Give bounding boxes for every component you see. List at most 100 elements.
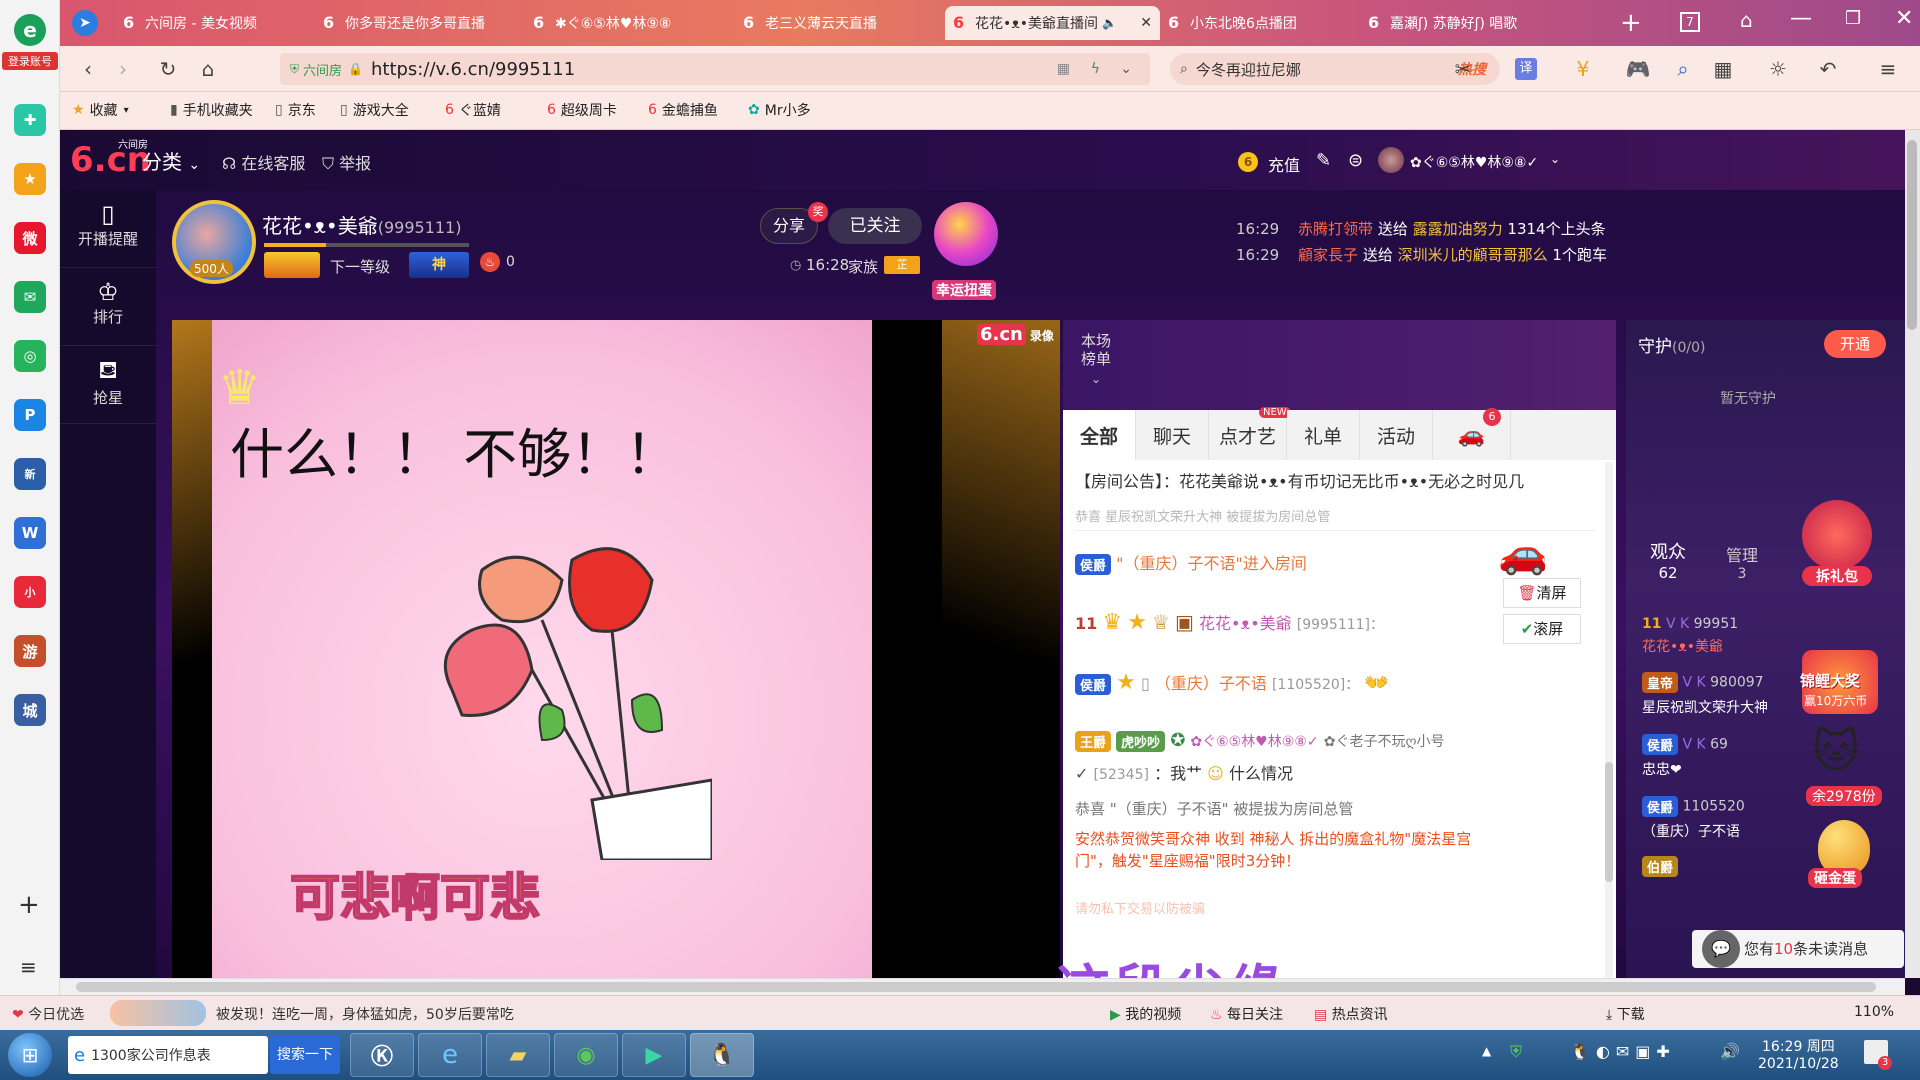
tab-1[interactable]: 6 六间房 - 美女视频 [115, 6, 315, 40]
recipient-name[interactable]: ✿ぐ老子不玩ღ小号 [1324, 734, 1445, 750]
sender-name[interactable]: （重庆）子不语 [1155, 674, 1267, 693]
reload-icon[interactable]: ↻ [155, 56, 181, 82]
chat-scroll-thumb[interactable] [1605, 762, 1613, 882]
audience-row[interactable]: 侯爵 V K 69 忠忠❤ [1642, 734, 1792, 779]
report-link[interactable]: ⛉ 举报 [322, 150, 371, 174]
tab-3[interactable]: 6 ✱ぐ⑥⑤林♥林⑨⑧ [525, 6, 735, 40]
taskbar-search-button[interactable]: 搜索一下 [270, 1036, 340, 1074]
ticker-sender[interactable]: 赤腾打领带 [1298, 220, 1373, 238]
lucky-egg-icon[interactable] [934, 202, 998, 266]
page-scrollbar[interactable] [1905, 130, 1920, 978]
daily-picks[interactable]: ❤ 今日优选 [12, 1004, 84, 1024]
qr-icon[interactable]: ▦ [1057, 61, 1070, 77]
news-headline[interactable]: 被发现！连吃一周，身体猛如虎，50岁后要常吃 [216, 1004, 514, 1024]
scissors-icon[interactable]: ✂ [1450, 56, 1476, 82]
maximize-icon[interactable]: ❐ [1845, 8, 1861, 29]
daily-follow-link[interactable]: ♨ 每日关注 [1210, 1004, 1283, 1024]
zoom-level[interactable]: 110% [1854, 1004, 1894, 1020]
bookmark-weekcard[interactable]: 6 超级周卡 [547, 100, 617, 120]
tab-2[interactable]: 6 你多哥还是你多哥直播 [315, 6, 525, 40]
follow-button[interactable]: 已关注 [828, 208, 922, 244]
game-app-icon[interactable]: 游 [14, 635, 46, 667]
bookmark-jd[interactable]: ▯ 京东 [275, 100, 316, 120]
bookmark-fishing[interactable]: 6 金蟾捕鱼 [648, 100, 718, 120]
bookmark-games[interactable]: ▯ 游戏大全 [340, 100, 409, 120]
taskbar-k-app-icon[interactable]: Ⓚ [350, 1033, 414, 1077]
tab-4[interactable]: 6 老三义薄云天直播 [735, 6, 945, 40]
document-app-icon[interactable]: W [14, 517, 46, 549]
grab-star-nav[interactable]: ⛾ 抢星 [60, 346, 156, 424]
tab-chat[interactable]: 聊天 [1136, 410, 1209, 460]
open-guard-button[interactable]: 开通 [1824, 330, 1886, 358]
menu-list-icon[interactable]: ≡ [20, 955, 37, 979]
tray-up-icon[interactable]: ▲ [1482, 1044, 1491, 1058]
weibo-icon[interactable]: 微 [14, 222, 46, 254]
taskbar-browser-item[interactable]: e 1300家公司作息表 [68, 1036, 268, 1074]
lucky-cat-icon[interactable]: 🐱 [1812, 724, 1860, 778]
tab-all[interactable]: 全部 [1063, 410, 1136, 460]
edit-icon[interactable]: ✎ [1316, 150, 1331, 171]
login-label[interactable]: 登录账号 [2, 52, 58, 70]
search-tool-icon[interactable]: ⌕ [1670, 56, 1696, 82]
taskbar-folder-icon[interactable]: ▰ [486, 1033, 550, 1077]
gamepad-icon[interactable]: 🎮 [1625, 56, 1651, 82]
message-icon[interactable]: ⊜ [1348, 150, 1363, 171]
sender-name[interactable]: 花花•ᴥ•美爺 [1199, 614, 1292, 633]
ticker-receiver[interactable]: 露露加油努力 [1413, 220, 1503, 238]
brightness-icon[interactable]: ☼ [1765, 56, 1791, 82]
mini-app-icon[interactable]: 小 [14, 576, 46, 608]
mail-icon[interactable]: ✉ [14, 281, 46, 313]
chat-bubble-icon[interactable]: 💬 [1702, 930, 1740, 968]
add-icon[interactable]: + [18, 890, 40, 920]
gift-pack-icon[interactable] [1802, 500, 1872, 570]
avatar[interactable] [1378, 147, 1404, 173]
tab-gift-list[interactable]: 礼单 [1287, 410, 1360, 460]
tray-shield-icon[interactable]: ⛨ [1510, 1042, 1522, 1062]
gift-pack-label[interactable]: 拆礼包 [1802, 566, 1872, 586]
taskbar-browser-icon[interactable]: ◉ [554, 1033, 618, 1077]
clock-time[interactable]: 16:29 周四 [1762, 1036, 1835, 1056]
smash-egg-label[interactable]: 砸金蛋 [1808, 868, 1862, 888]
lightning-icon[interactable]: ϟ [1091, 61, 1100, 77]
browser-logo-icon[interactable]: e [14, 14, 46, 46]
bookmark-lanjing[interactable]: 6 ぐ蓝婧 [445, 100, 501, 120]
new-tab-icon[interactable]: + [1620, 8, 1642, 38]
audience-row[interactable]: 11 V K 99951 花花•ᴥ•美爺 [1642, 616, 1792, 656]
forward-icon[interactable]: › [110, 56, 136, 82]
chevron-down-icon[interactable]: ⌄ [1091, 372, 1101, 386]
audience-tab[interactable]: 观众 62 [1650, 538, 1686, 582]
hot-news-link[interactable]: ▤ 热点资讯 [1314, 1004, 1388, 1024]
chevron-down-icon[interactable]: ⌄ [1120, 61, 1132, 77]
download-link[interactable]: ⤓ 下载 [1606, 1004, 1645, 1024]
clock-date[interactable]: 2021/10/28 [1758, 1056, 1839, 1072]
ticker-receiver[interactable]: 深圳米儿的顧哥哥那么 [1398, 246, 1548, 264]
chevron-down-icon[interactable]: ⌄ [1550, 152, 1560, 166]
my-video-link[interactable]: ▶ 我的视频 [1110, 1004, 1181, 1024]
category-menu[interactable]: 分类 ⌄ [142, 146, 200, 175]
family-badge[interactable]: 芷 [884, 256, 920, 274]
tab-7[interactable]: 6 嘉瀬ʃ) 苏静好ʃ) 唱歌 [1360, 6, 1570, 40]
chat-app-icon[interactable]: ◎ [14, 340, 46, 372]
bookmark-mobile[interactable]: ▮ 手机收藏夹 [170, 100, 253, 120]
chat-scrollbar[interactable] [1605, 462, 1613, 978]
grid-apps-icon[interactable]: ▦ [1710, 56, 1736, 82]
coupon-icon[interactable]: ¥ [1570, 56, 1596, 82]
koi-promo-title[interactable]: 锦鲤大奖 [1800, 670, 1860, 691]
translate-button[interactable]: 译 [1515, 58, 1537, 80]
p-app-icon[interactable]: P [14, 399, 46, 431]
menu-icon[interactable]: ≡ [1875, 56, 1901, 82]
audience-row[interactable]: 伯爵 [1642, 856, 1679, 877]
recharge-link[interactable]: 充值 [1268, 152, 1300, 176]
close-window-icon[interactable]: ✕ [1895, 6, 1913, 31]
back-icon[interactable]: ‹ [75, 56, 101, 82]
h-scroll-thumb[interactable] [76, 982, 1876, 992]
plus-app-icon[interactable]: ✚ [14, 104, 46, 136]
horizontal-scrollbar[interactable] [60, 978, 1905, 995]
volume-icon[interactable]: 🔊 [1720, 1042, 1740, 1061]
user-name[interactable]: ✿ぐ⑥⑤林♥林⑨⑧✓ [1410, 152, 1550, 172]
tab-5-active[interactable]: 6 花花•ᴥ•美爺直播间 🔈 ✕ [945, 6, 1160, 40]
lucky-egg-label[interactable]: 幸运扭蛋 [932, 280, 996, 300]
taskbar-player-icon[interactable]: ▶ [622, 1033, 686, 1077]
manage-tab[interactable]: 管理 3 [1726, 542, 1758, 582]
tab-activity[interactable]: 活动 [1360, 410, 1433, 460]
